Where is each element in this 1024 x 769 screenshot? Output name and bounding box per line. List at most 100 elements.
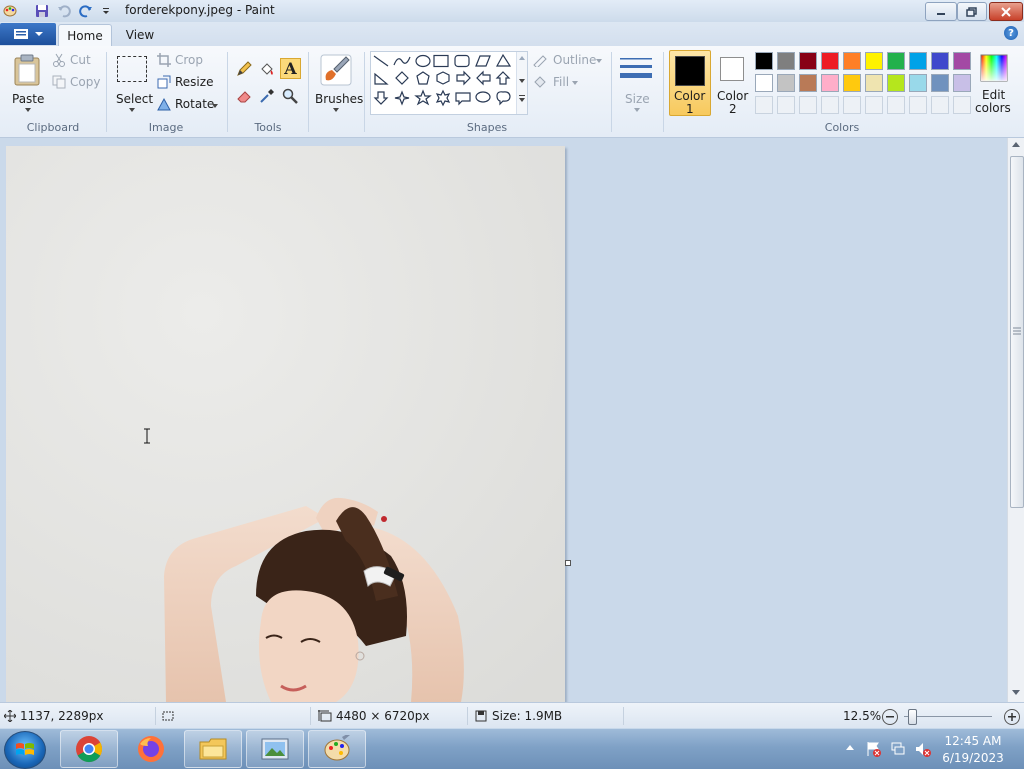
size-button[interactable]: Size xyxy=(616,50,658,116)
palette-swatch[interactable] xyxy=(755,52,773,70)
shapes-group-label: Shapes xyxy=(466,121,508,134)
scissors-icon xyxy=(53,53,65,67)
palette-empty-swatch[interactable] xyxy=(821,96,839,114)
save-icon[interactable] xyxy=(34,3,50,19)
palette-swatch[interactable] xyxy=(777,52,795,70)
grip-icon xyxy=(1013,327,1021,335)
palette-empty-swatch[interactable] xyxy=(777,96,795,114)
image-canvas[interactable] xyxy=(6,146,565,702)
scroll-down-icon[interactable] xyxy=(1012,690,1020,696)
image-dimensions: 4480 × 6720px xyxy=(336,709,430,723)
minus-icon xyxy=(886,716,894,718)
customize-quick-access-icon[interactable] xyxy=(98,3,114,19)
brushes-button[interactable]: Brushes xyxy=(313,50,363,116)
divider xyxy=(308,52,309,132)
select-button[interactable]: Select xyxy=(112,50,153,116)
color-2-swatch xyxy=(720,57,744,81)
palette-swatch[interactable] xyxy=(953,74,971,92)
file-size: Size: 1.9MB xyxy=(492,709,563,723)
taskbar-chrome[interactable] xyxy=(60,730,118,768)
clock-time[interactable]: 12:45 AM xyxy=(938,734,1008,748)
eraser-icon[interactable] xyxy=(234,86,254,106)
palette-swatch[interactable] xyxy=(843,74,861,92)
palette-swatch[interactable] xyxy=(821,74,839,92)
palette-swatch[interactable] xyxy=(931,52,949,70)
undo-icon[interactable] xyxy=(56,3,72,19)
show-hidden-icons-icon[interactable] xyxy=(846,745,854,751)
paste-button[interactable]: Paste xyxy=(8,50,46,116)
vertical-scrollbar[interactable] xyxy=(1007,138,1024,702)
palette-empty-swatch[interactable] xyxy=(865,96,883,114)
palette-swatch[interactable] xyxy=(887,52,905,70)
clock-date[interactable]: 6/19/2023 xyxy=(938,751,1008,765)
shapes-gallery[interactable] xyxy=(370,51,528,115)
palette-empty-swatch[interactable] xyxy=(909,96,927,114)
taskbar-photo-viewer[interactable] xyxy=(246,730,304,768)
palette-empty-swatch[interactable] xyxy=(953,96,971,114)
palette-empty-swatch[interactable] xyxy=(931,96,949,114)
maximize-button[interactable] xyxy=(957,2,987,21)
redo-icon[interactable] xyxy=(78,3,94,19)
zoom-slider-thumb[interactable] xyxy=(908,709,917,725)
palette-empty-swatch[interactable] xyxy=(755,96,773,114)
action-center-icon[interactable] xyxy=(866,741,882,757)
network-icon[interactable] xyxy=(891,741,907,757)
scroll-up-icon[interactable] xyxy=(1012,142,1020,148)
outline-icon xyxy=(533,55,547,67)
start-button[interactable] xyxy=(4,731,46,769)
edit-colors-label-1: Edit xyxy=(982,88,1006,102)
palette-swatch[interactable] xyxy=(909,74,927,92)
taskbar-paint[interactable] xyxy=(308,730,366,768)
magnifier-icon[interactable] xyxy=(280,86,300,106)
palette-swatch[interactable] xyxy=(755,74,773,92)
crop-button[interactable]: Crop xyxy=(157,52,209,70)
fill-button[interactable]: Fill xyxy=(532,74,582,92)
taskbar-file-explorer[interactable] xyxy=(184,730,242,768)
palette-empty-swatch[interactable] xyxy=(799,96,817,114)
color-1-button[interactable]: Color 1 xyxy=(669,50,711,116)
palette-swatch[interactable] xyxy=(843,52,861,70)
volume-icon[interactable] xyxy=(915,741,931,757)
cut-button[interactable]: Cut xyxy=(52,52,100,70)
edit-colors-button[interactable]: Edit colors xyxy=(975,50,1015,116)
palette-swatch[interactable] xyxy=(931,74,949,92)
palette-swatch[interactable] xyxy=(821,52,839,70)
palette-swatch[interactable] xyxy=(909,52,927,70)
paint-menu-button[interactable] xyxy=(0,23,56,45)
palette-empty-swatch[interactable] xyxy=(843,96,861,114)
color-picker-icon[interactable] xyxy=(257,86,277,106)
taskbar-firefox[interactable] xyxy=(122,730,180,768)
taskbar: 12:45 AM 6/19/2023 xyxy=(0,728,1024,769)
shapes-scroll[interactable] xyxy=(516,52,527,114)
canvas-resize-handle[interactable] xyxy=(565,560,571,566)
color-2-button[interactable]: Color 2 xyxy=(712,50,754,116)
palette-swatch[interactable] xyxy=(887,74,905,92)
palette-swatch[interactable] xyxy=(777,74,795,92)
scrollbar-thumb[interactable] xyxy=(1010,156,1024,508)
copy-button[interactable]: Copy xyxy=(52,74,102,92)
text-tool-icon[interactable]: A xyxy=(280,58,301,79)
palette-swatch[interactable] xyxy=(865,52,883,70)
close-button[interactable] xyxy=(989,2,1023,21)
palette-swatch[interactable] xyxy=(953,52,971,70)
zoom-in-button[interactable] xyxy=(1004,709,1020,725)
fill-bucket-icon[interactable] xyxy=(257,59,277,79)
paint-app-icon[interactable] xyxy=(2,3,18,19)
tab-home[interactable]: Home xyxy=(58,24,112,47)
outline-button[interactable]: Outline xyxy=(532,52,606,70)
palette-empty-swatch[interactable] xyxy=(887,96,905,114)
help-icon[interactable]: ? xyxy=(1004,26,1018,40)
zoom-slider[interactable] xyxy=(904,709,992,725)
rotate-button[interactable]: Rotate xyxy=(157,96,223,114)
canvas-workspace[interactable] xyxy=(0,138,1007,702)
palette-swatch[interactable] xyxy=(865,74,883,92)
minimize-button[interactable] xyxy=(925,2,957,21)
image-dimensions-icon xyxy=(318,710,332,722)
shapes-icons xyxy=(373,53,512,107)
palette-swatch[interactable] xyxy=(799,74,817,92)
tab-view[interactable]: View xyxy=(118,24,162,46)
pencil-icon[interactable] xyxy=(234,59,254,79)
zoom-out-button[interactable] xyxy=(882,709,898,725)
palette-swatch[interactable] xyxy=(799,52,817,70)
resize-button[interactable]: Resize xyxy=(157,74,217,92)
